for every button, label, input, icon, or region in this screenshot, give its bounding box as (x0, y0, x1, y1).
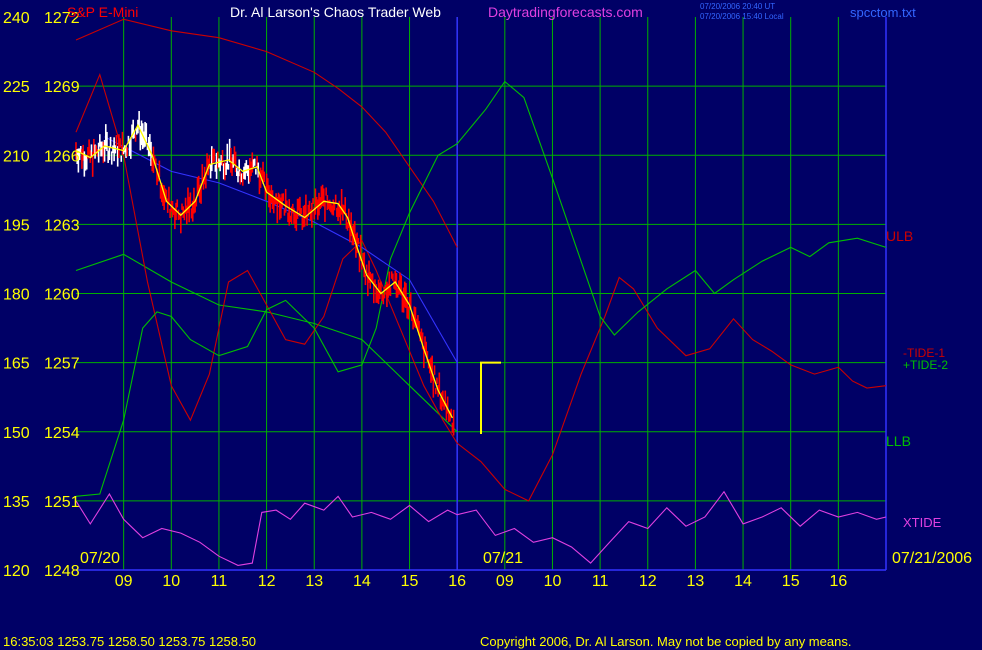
y-tick-outer: 180 (3, 287, 30, 304)
x-tick-label: 09 (496, 573, 514, 590)
x-tick-label: 13 (305, 573, 323, 590)
y-tick-price: 1266 (44, 148, 80, 165)
x-tick-label: 14 (734, 573, 752, 590)
x-tick-label: 09 (115, 573, 133, 590)
y-tick-outer: 120 (3, 563, 30, 580)
x-tick-label: 11 (211, 573, 228, 590)
legend-xtide: XTIDE (903, 515, 942, 530)
legend-ulb: ULB (886, 228, 913, 244)
y-tick-price: 1251 (44, 494, 80, 511)
y-tick-price: 1248 (44, 563, 80, 580)
date-label-end: 07/21/2006 (892, 550, 972, 567)
y-tick-outer: 195 (3, 217, 30, 234)
chaos-chart: 240 1272225 1269210 1266195 1263180 1260165 12… (0, 0, 982, 650)
x-tick-label: 10 (162, 573, 180, 590)
y-tick-outer: 150 (3, 425, 30, 442)
y-tick-price: 1260 (44, 287, 80, 304)
legend-llb: LLB (886, 433, 911, 449)
y-tick-price: 1257 (44, 356, 80, 373)
filename-label: spcctom.txt (850, 5, 916, 20)
time-local: 07/20/2006 15:40 Local (700, 12, 784, 21)
x-tick-label: 15 (782, 573, 800, 590)
chart-window: 240 1272 225 1269 210 1266 195 1263 180 1260 165 12… (0, 0, 982, 650)
y-tick-outer: 240 (3, 10, 30, 27)
instrument-label: S&P E-Mini (67, 4, 138, 20)
x-tick-label: 12 (258, 573, 276, 590)
x-tick-label: 12 (639, 573, 657, 590)
ohlc-readout: 16:35:03 1253.75 1258.50 1253.75 1258.50 (3, 634, 256, 649)
y-tick-outer: 165 (3, 356, 30, 373)
x-tick-label: 14 (353, 573, 371, 590)
header-title: Dr. Al Larson's Chaos Trader Web (230, 4, 441, 20)
copyright-notice: Copyright 2006, Dr. Al Larson. May not b… (480, 634, 851, 649)
y-tick-price: 1254 (44, 425, 80, 442)
x-tick-label: 15 (401, 573, 419, 590)
y-tick-outer: 225 (3, 79, 30, 96)
date-label-mid: 07/21 (483, 550, 523, 567)
y-tick-outer: 210 (3, 148, 30, 165)
x-tick-label: 11 (592, 573, 609, 590)
x-tick-label: 16 (448, 573, 466, 590)
y-tick-price: 1263 (44, 217, 80, 234)
site-link[interactable]: Daytradingforecasts.com (488, 4, 643, 20)
legend-tide-2: +TIDE-2 (903, 358, 948, 372)
date-label-start: 07/20 (80, 550, 120, 567)
x-tick-label: 10 (544, 573, 562, 590)
x-tick-label: 13 (687, 573, 705, 590)
time-ut: 07/20/2006 20:40 UT (700, 2, 775, 11)
y-tick-outer: 135 (3, 494, 30, 511)
y-tick-price: 1269 (44, 79, 80, 96)
x-tick-label: 16 (829, 573, 847, 590)
